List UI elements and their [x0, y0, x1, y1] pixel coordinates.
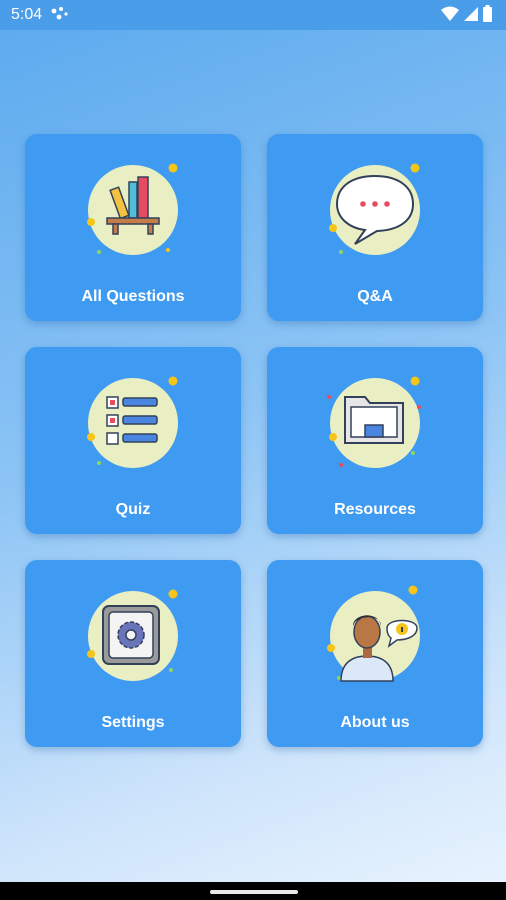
menu-grid: All Questions Q&A Quiz Resources Setting…	[25, 134, 483, 747]
notification-dots-icon	[51, 7, 68, 20]
gear-icon	[87, 589, 178, 681]
qa-tile[interactable]: Q&A	[267, 134, 483, 321]
checklist-icon	[87, 376, 178, 468]
resources-tile[interactable]: Resources	[267, 347, 483, 534]
quiz-tile[interactable]: Quiz	[25, 347, 241, 534]
all-questions-tile[interactable]: All Questions	[25, 134, 241, 321]
status-icons	[441, 5, 492, 22]
about-us-label: About us	[340, 714, 410, 731]
status-bar: 5:04	[0, 0, 506, 30]
speech-bubble-icon	[329, 163, 420, 255]
folder-icon	[327, 376, 421, 468]
qa-label: Q&A	[357, 288, 393, 305]
status-time: 5:04	[11, 6, 43, 23]
about-us-tile[interactable]: About us	[267, 560, 483, 747]
person-info-icon	[327, 585, 420, 682]
quiz-label: Quiz	[115, 501, 151, 518]
resources-label: Resources	[334, 501, 416, 518]
bookshelf-icon	[87, 163, 178, 255]
wifi-icon	[441, 6, 459, 21]
navigation-bar	[0, 882, 506, 900]
battery-icon	[483, 5, 492, 22]
home-gesture-handle[interactable]	[210, 890, 298, 894]
settings-tile[interactable]: Settings	[25, 560, 241, 747]
signal-icon	[464, 6, 478, 21]
settings-label: Settings	[101, 714, 165, 731]
all-questions-label: All Questions	[81, 288, 185, 305]
